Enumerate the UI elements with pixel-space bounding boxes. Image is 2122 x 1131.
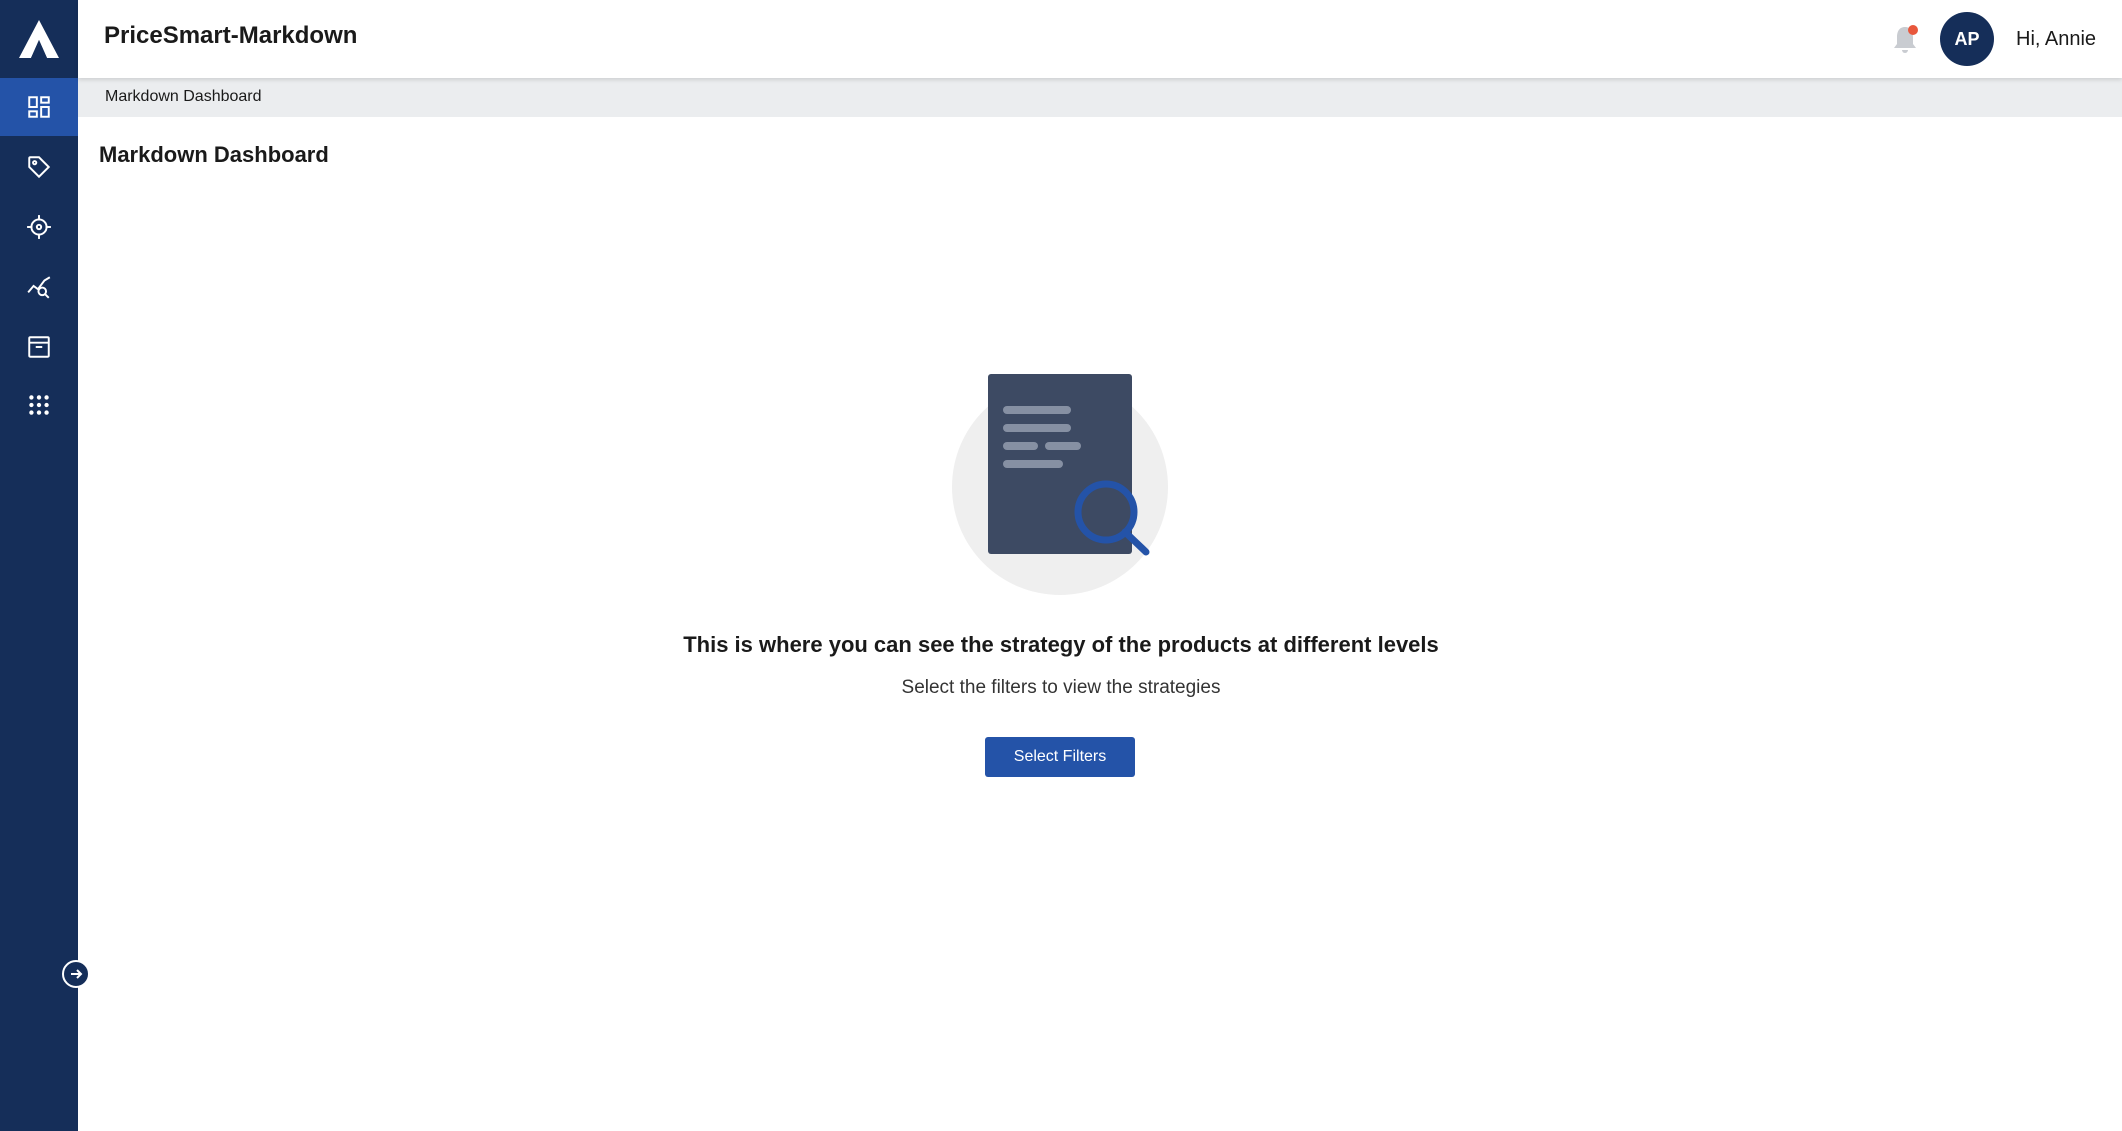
sidebar-item-tags[interactable] — [0, 138, 78, 196]
sidebar-item-target[interactable] — [0, 198, 78, 256]
select-filters-button[interactable]: Select Filters — [985, 737, 1135, 777]
app-title: PriceSmart-Markdown — [104, 22, 358, 49]
page-title: Markdown Dashboard — [99, 142, 329, 167]
breadcrumb: Markdown Dashboard — [78, 78, 2122, 117]
user-greeting: Hi, Annie — [2016, 28, 2097, 50]
archive-icon — [28, 336, 50, 358]
avatar[interactable]: AP — [1940, 12, 1994, 66]
empty-state-subheading: Select the filters to view the strategie… — [901, 677, 1221, 698]
notification-dot — [1908, 25, 1918, 35]
app-logo-icon[interactable] — [0, 0, 78, 78]
top-header: PriceSmart-Markdown AP Hi, Annie — [78, 0, 2122, 78]
sidebar-item-archive[interactable] — [0, 318, 78, 376]
dashboard-icon — [28, 96, 50, 118]
arrow-right-icon — [71, 969, 83, 979]
sidebar-item-analytics[interactable] — [0, 258, 78, 316]
tag-icon — [28, 156, 51, 179]
crosshair-icon — [27, 215, 51, 239]
analytics-search-icon — [27, 276, 51, 299]
empty-state-document-search-icon — [950, 370, 1170, 600]
breadcrumb-item-markdown-dashboard[interactable]: Markdown Dashboard — [105, 88, 262, 106]
expand-sidebar-button[interactable] — [62, 960, 90, 988]
sidebar-item-dashboard[interactable] — [0, 78, 78, 136]
sidebar — [0, 0, 78, 1131]
empty-state-heading: This is where you can see the strategy o… — [683, 632, 1439, 657]
apps-grid-icon — [29, 395, 49, 415]
sidebar-item-apps[interactable] — [0, 376, 78, 434]
notification-bell-icon[interactable] — [1888, 22, 1922, 56]
